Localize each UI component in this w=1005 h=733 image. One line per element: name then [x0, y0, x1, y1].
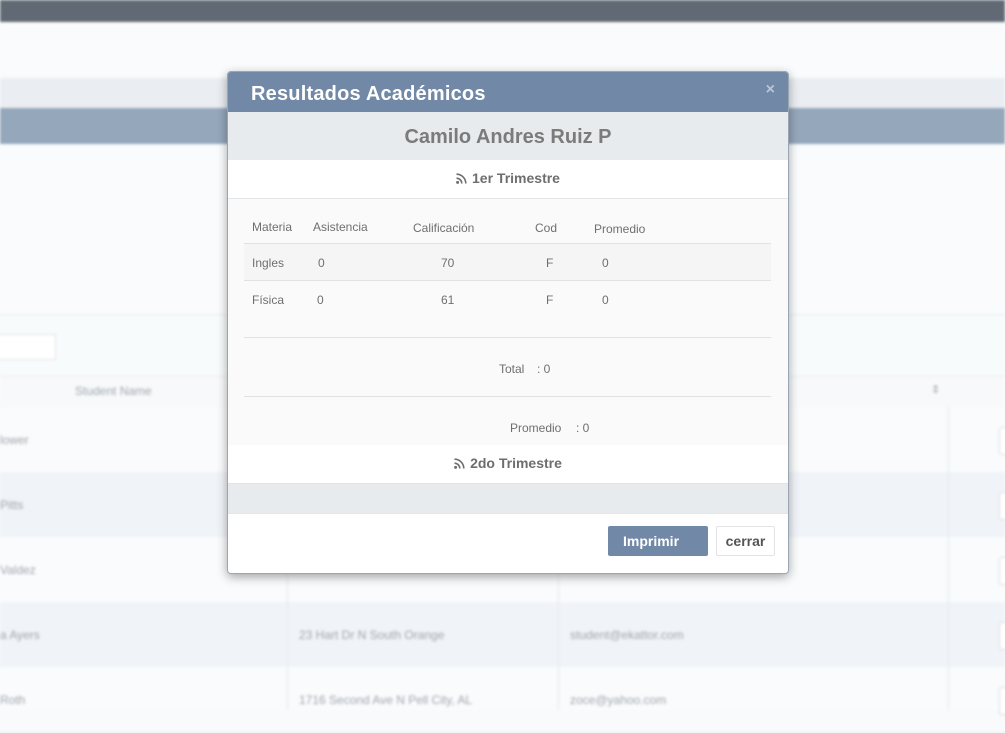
- rss-icon: [456, 173, 467, 184]
- column-header-calificacion: Calificación: [413, 221, 475, 235]
- calificacion-cell: 70: [441, 256, 455, 270]
- materia-cell: Física: [252, 293, 285, 307]
- total-label: Total: [499, 362, 525, 376]
- average-value: : 0: [576, 421, 590, 435]
- term-label: 1er Trimestre: [472, 170, 560, 186]
- term-results-empty: [228, 483, 788, 514]
- student-name: Camilo Andres Ruiz P: [404, 126, 612, 148]
- student-band: Camilo Andres Ruiz P: [228, 112, 788, 160]
- average-label: Promedio: [510, 421, 562, 435]
- materia-cell: Ingles: [252, 256, 285, 270]
- asistencia-cell: 0: [317, 293, 324, 307]
- term-label: 2do Trimestre: [470, 455, 562, 471]
- column-header-cod: Cod: [535, 221, 558, 235]
- modal-header: Resultados Académicos ×: [228, 72, 788, 112]
- close-button[interactable]: cerrar: [716, 526, 775, 556]
- close-icon[interactable]: ×: [766, 81, 775, 99]
- modal-title: Resultados Académicos: [251, 83, 486, 105]
- modal-footer: Imprimir cerrar: [228, 513, 788, 573]
- academic-results-modal: Resultados Académicos × Camilo Andres Ru…: [227, 71, 789, 574]
- column-header-promedio: Promedio: [594, 222, 646, 236]
- asistencia-cell: 0: [318, 256, 325, 270]
- total-value: : 0: [537, 362, 551, 376]
- rss-icon: [454, 458, 465, 469]
- term-results: Materia Asistencia Calificación Cod Prom…: [228, 199, 788, 445]
- cod-cell: F: [546, 256, 554, 270]
- column-header-asistencia: Asistencia: [313, 220, 368, 234]
- column-header-materia: Materia: [252, 220, 293, 234]
- calificacion-cell: 61: [441, 293, 455, 307]
- term-header: 1er Trimestre: [228, 160, 788, 199]
- promedio-cell: 0: [602, 293, 609, 307]
- cod-cell: F: [546, 293, 554, 307]
- print-button[interactable]: Imprimir: [608, 526, 708, 556]
- promedio-cell: 0: [602, 256, 609, 270]
- term-header: 2do Trimestre: [228, 445, 788, 484]
